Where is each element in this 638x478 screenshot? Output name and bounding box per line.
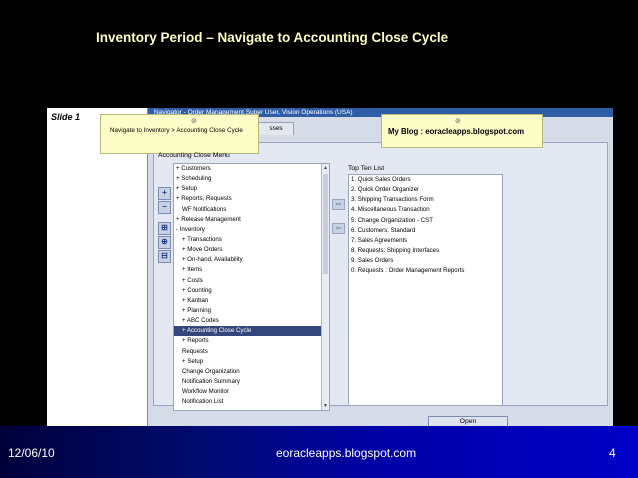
blog-tooltip: ⊘ My Blog : eoracleapps.blogspot.com xyxy=(381,114,543,148)
remove-from-top-ten-button[interactable]: ⇦ xyxy=(332,223,345,234)
list-item[interactable]: 3. Shipping Transactions Form xyxy=(349,195,502,205)
top-ten-items: 1. Quick Sales Orders 2. Quick Order Orga… xyxy=(349,175,502,276)
tree-item[interactable]: Notification Summary xyxy=(174,377,329,387)
accounting-close-menu-tree[interactable]: + Customers + Scheduling + Setup + Reports,… xyxy=(173,163,330,411)
tree-item[interactable]: + Transactions xyxy=(174,235,329,245)
tree-scrollbar[interactable]: ▲ ▼ xyxy=(321,164,329,410)
top-ten-label: Top Ten List xyxy=(348,165,385,172)
minus-icon[interactable]: − xyxy=(158,201,171,214)
list-item[interactable]: 2. Quick Order Organizer xyxy=(349,185,502,195)
tree-item[interactable]: + Items xyxy=(174,265,329,275)
tree-item[interactable]: + Setup xyxy=(174,184,329,194)
tree-item[interactable]: Change Organization xyxy=(174,367,329,377)
tree-item[interactable]: WF Notifications xyxy=(174,205,329,215)
tree-item[interactable]: Requests xyxy=(174,347,329,357)
top-ten-list[interactable]: 1. Quick Sales Orders 2. Quick Order Orga… xyxy=(348,174,503,406)
tree-item[interactable]: + Reports, Requests xyxy=(174,194,329,204)
tree-item[interactable]: + Scheduling xyxy=(174,174,329,184)
tree-item[interactable]: + Counting xyxy=(174,286,329,296)
tree-item[interactable]: - Inventory xyxy=(174,225,329,235)
tree-item[interactable]: + Reports xyxy=(174,336,329,346)
footer-site: eoracleapps.blogspot.com xyxy=(276,446,417,460)
tree-item[interactable]: + ABC Codes xyxy=(174,316,329,326)
tree-item[interactable]: Workflow Monitor xyxy=(174,387,329,397)
pin-icon: ⊘ xyxy=(191,118,197,125)
tree-item[interactable]: + Accounting Close Cycle xyxy=(174,326,329,337)
tree-item[interactable]: + Planning xyxy=(174,306,329,316)
expand-branch-icon[interactable]: ⊕ xyxy=(158,236,171,249)
add-to-top-ten-button[interactable]: ⇨ xyxy=(332,199,345,210)
navigation-tooltip: ⊘ Navigate to Inventory > Accounting Clo… xyxy=(100,114,259,154)
scroll-down-icon[interactable]: ▼ xyxy=(322,402,329,410)
list-item[interactable]: 1. Quick Sales Orders xyxy=(349,175,502,185)
expand-all-icon[interactable]: ⊞ xyxy=(158,222,171,235)
list-item[interactable]: 0. Requests : Order Management Reports xyxy=(349,266,502,276)
tree-item[interactable]: + Customers xyxy=(174,164,329,174)
blog-tooltip-text: My Blog : eoracleapps.blogspot.com xyxy=(388,127,525,136)
tree-item[interactable]: + Move Orders xyxy=(174,245,329,255)
menu-label: Accounting Close Menu xyxy=(158,152,230,159)
page-number: 4 xyxy=(609,446,616,460)
list-item[interactable]: 6. Customers: Standard xyxy=(349,226,502,236)
list-item[interactable]: 8. Requests: Shipping Interfaces xyxy=(349,246,502,256)
scroll-up-icon[interactable]: ▲ xyxy=(322,164,329,172)
footer-date: 12/06/10 xyxy=(8,446,55,460)
collapse-all-icon[interactable]: ⊟ xyxy=(158,250,171,263)
pin-icon: ⊘ xyxy=(455,118,461,125)
tree-item[interactable]: + Kanban xyxy=(174,296,329,306)
slide-title: Inventory Period – Navigate to Accountin… xyxy=(96,30,449,45)
tab-processes[interactable]: sses xyxy=(258,122,294,135)
tree-item[interactable]: + Release Management xyxy=(174,215,329,225)
tree-item[interactable]: + On-hand, Availability xyxy=(174,255,329,265)
slide-label: Slide 1 xyxy=(51,112,81,122)
tree-item[interactable]: + Costs xyxy=(174,276,329,286)
list-item[interactable]: 7. Sales Agreements xyxy=(349,236,502,246)
list-item[interactable]: 5. Change Organization - CST xyxy=(349,216,502,226)
navigation-tooltip-text: Navigate to Inventory > Accounting Close… xyxy=(110,127,243,134)
scrollbar-thumb[interactable] xyxy=(323,174,328,274)
list-item[interactable]: 4. Miscellaneous Transaction xyxy=(349,205,502,215)
tree-item[interactable]: Notification List xyxy=(174,397,329,407)
tree-items: + Customers + Scheduling + Setup + Reports,… xyxy=(174,164,329,407)
plus-icon[interactable]: + xyxy=(158,187,171,200)
tree-item[interactable]: + Setup xyxy=(174,357,329,367)
list-item[interactable]: 9. Sales Orders xyxy=(349,256,502,266)
